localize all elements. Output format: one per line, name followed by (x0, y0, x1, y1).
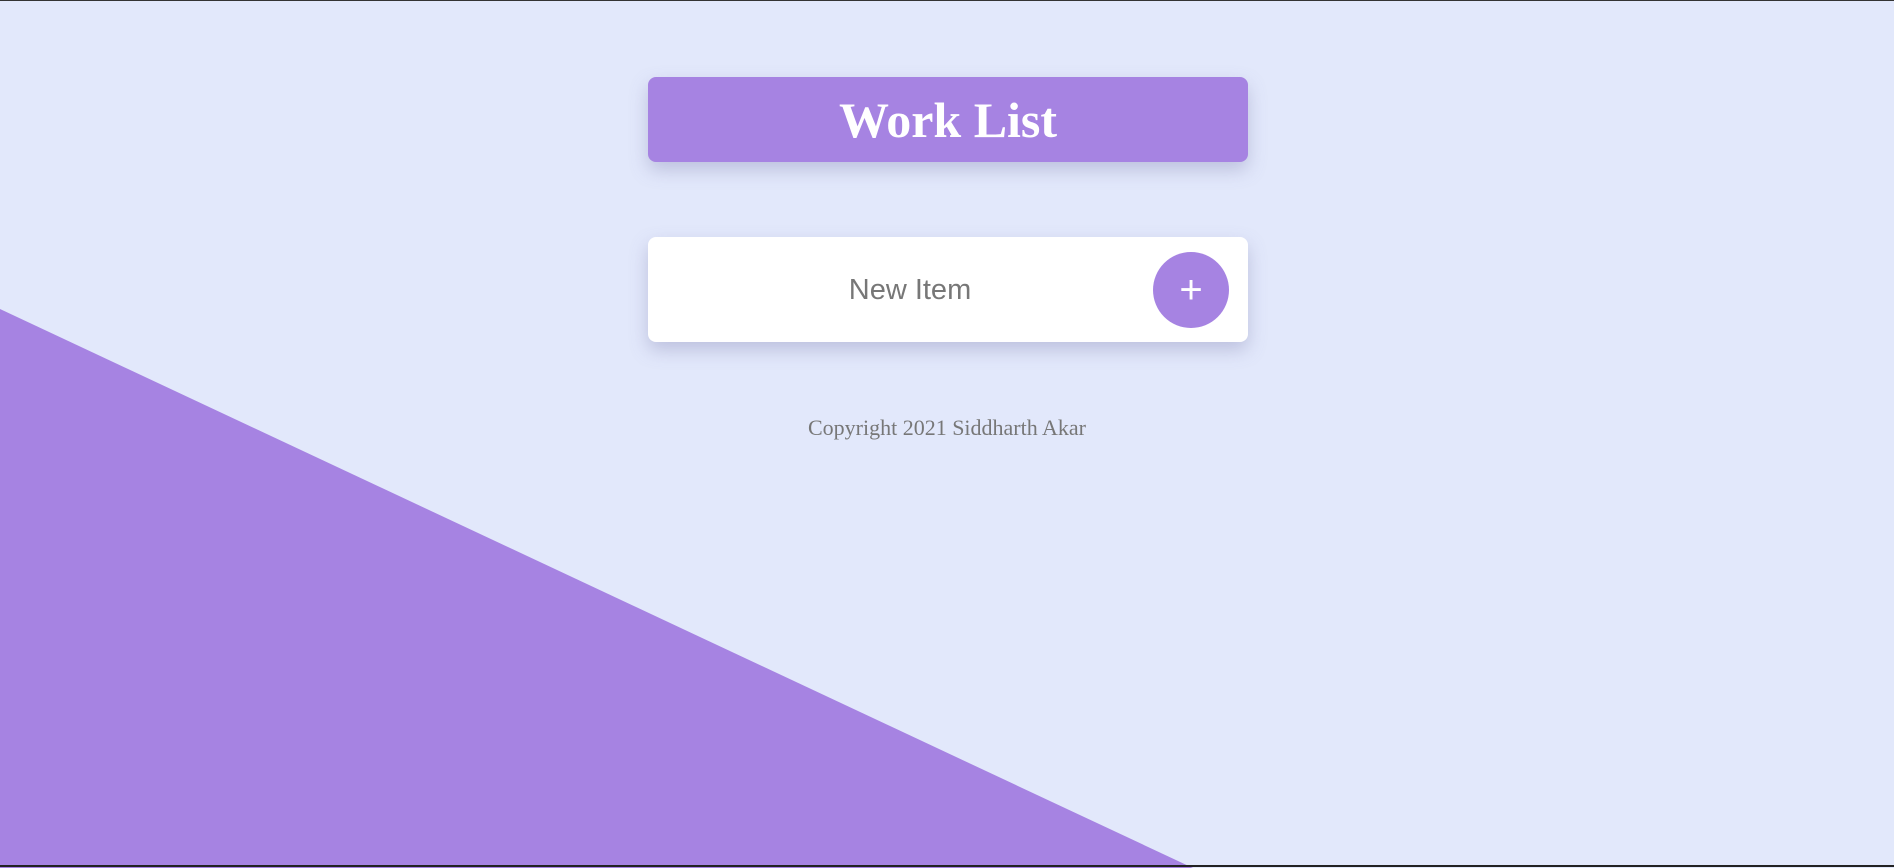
footer-copyright: Copyright 2021 Siddharth Akar (807, 415, 1087, 440)
header-box: Work List (648, 77, 1248, 162)
new-item-form: + (648, 237, 1248, 344)
add-item-button[interactable]: + (1153, 252, 1229, 328)
page-title: Work List (838, 91, 1058, 148)
new-item-input[interactable] (648, 237, 1172, 344)
